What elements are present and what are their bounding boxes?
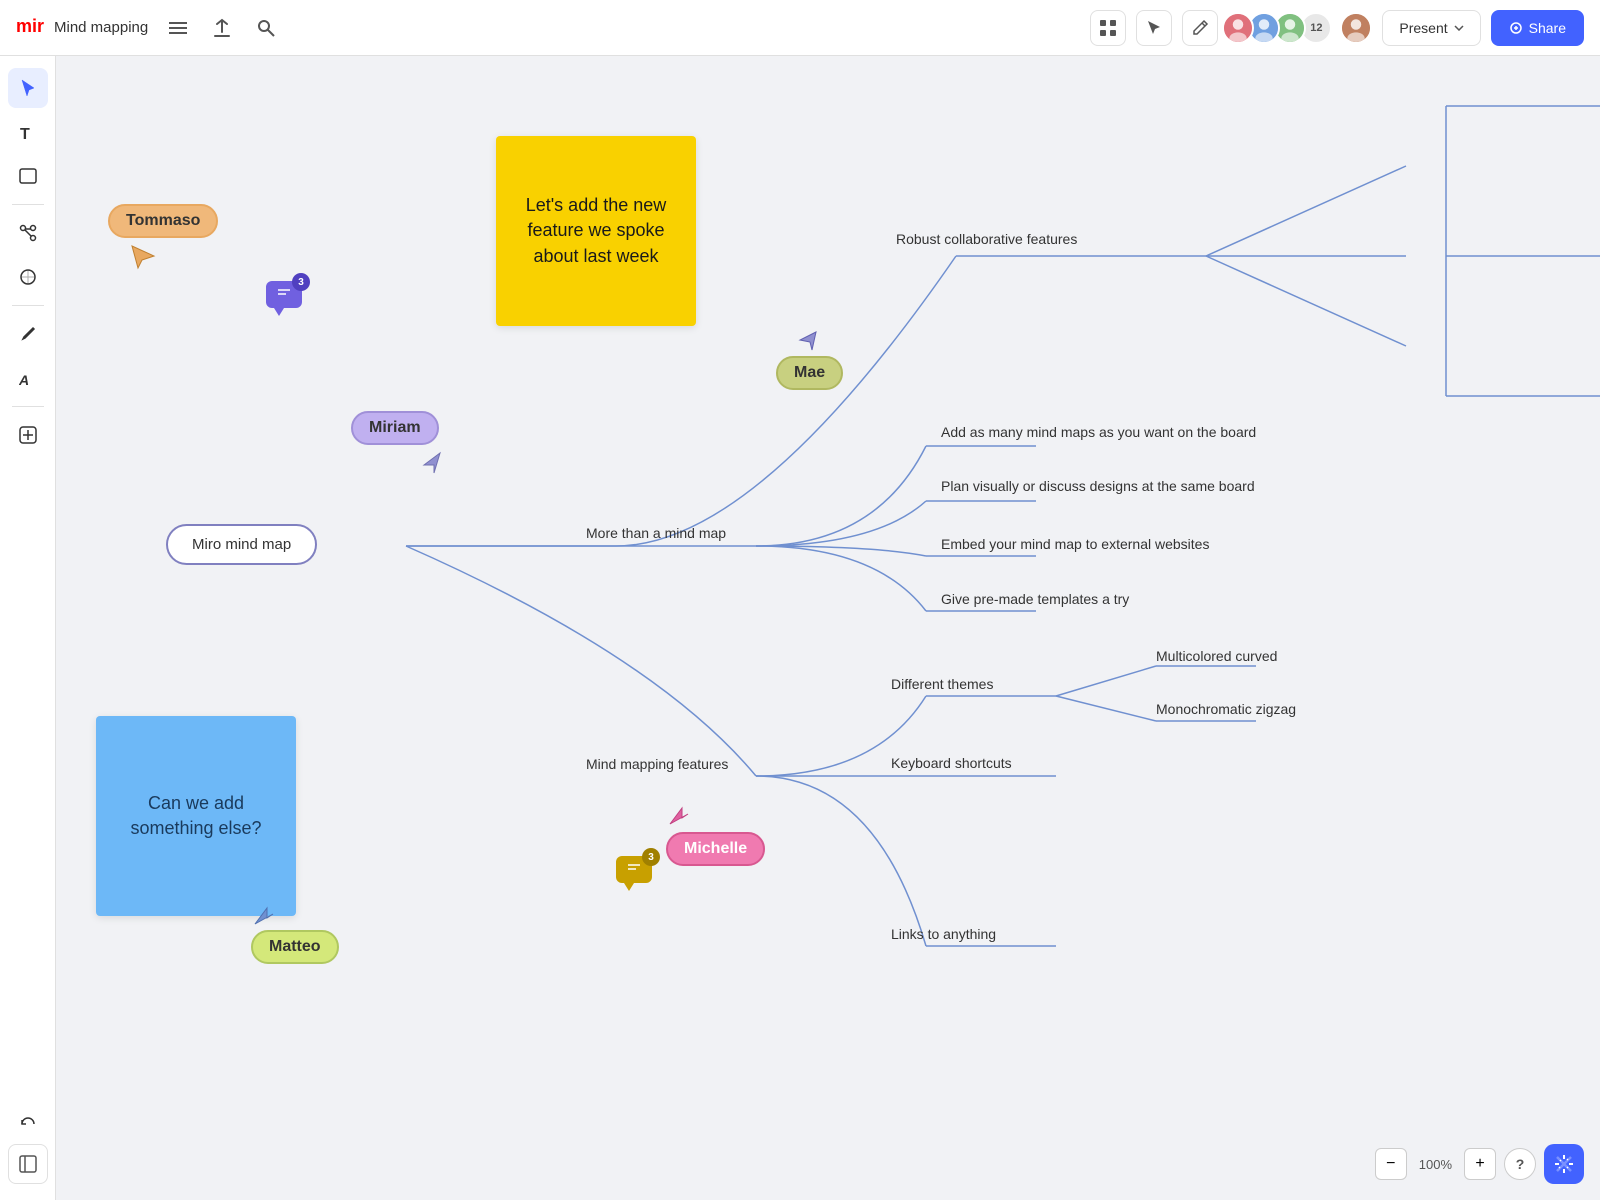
chat-bubble-yellow[interactable]: 3 <box>616 856 652 883</box>
marker-tool[interactable]: A <box>8 358 48 398</box>
search-button[interactable] <box>248 10 284 46</box>
help-button[interactable]: ? <box>1504 1148 1536 1180</box>
cursor-label-michelle: Michelle <box>666 832 765 866</box>
select-tool[interactable] <box>8 68 48 108</box>
apps-button[interactable] <box>1090 10 1126 46</box>
leaf-keyboard: Keyboard shortcuts <box>891 755 1012 771</box>
leaf-links: Links to anything <box>891 926 996 942</box>
tool-separator-3 <box>12 406 44 407</box>
avatar-1 <box>1222 12 1254 44</box>
connect-tool[interactable] <box>8 213 48 253</box>
zoom-level: 100% <box>1415 1157 1456 1172</box>
leaf-themes: Different themes <box>891 676 993 692</box>
shapes-tool[interactable] <box>8 257 48 297</box>
cursor-label-mae: Mae <box>776 356 843 390</box>
avatar-current <box>1340 12 1372 44</box>
cursor-arrow-miriam <box>416 449 444 477</box>
leaf-plan: Plan visually or discuss designs at the … <box>941 478 1255 494</box>
pencil-button[interactable] <box>1182 10 1218 46</box>
tool-separator-2 <box>12 305 44 306</box>
upload-button[interactable] <box>204 10 240 46</box>
zoom-out-button[interactable]: − <box>1375 1148 1407 1180</box>
leaf-add-maps: Add as many mind maps as you want on the… <box>941 424 1256 440</box>
leaf-embed: Embed your mind map to external websites <box>941 536 1209 552</box>
mindmap-lines <box>56 56 1600 1200</box>
more-tool[interactable] <box>8 415 48 455</box>
miro-logo: miro <box>16 14 44 42</box>
svg-text:T: T <box>20 126 30 141</box>
leaf-multicolored: Multicolored curved <box>1156 648 1277 664</box>
sticky-tool[interactable] <box>8 156 48 196</box>
chat-count-yellow: 3 <box>642 848 660 866</box>
board-name[interactable]: Mind mapping <box>54 19 148 36</box>
pen-tool[interactable] <box>8 314 48 354</box>
user-miriam: Miriam <box>351 411 444 477</box>
chat-bubble-tail-yellow <box>624 883 634 891</box>
header-tools <box>160 10 284 46</box>
chat-bubble-tail-purple <box>274 308 284 316</box>
text-tool[interactable]: T <box>8 112 48 152</box>
cursor-label-tommaso: Tommaso <box>108 204 218 238</box>
chat-bubble-purple[interactable]: 3 <box>266 281 302 308</box>
present-button[interactable]: Present <box>1382 10 1480 46</box>
cursor-label-matteo: Matteo <box>251 930 339 964</box>
cursor-button[interactable] <box>1136 10 1172 46</box>
cursor-arrow-matteo <box>251 902 275 926</box>
user-mae: Mae <box>736 328 843 390</box>
user-michelle: Michelle <box>666 804 765 866</box>
branch-more[interactable]: More than a mind map <box>586 525 726 541</box>
panel-toggle-button[interactable] <box>8 1144 48 1184</box>
cursor-arrow-michelle <box>666 804 690 828</box>
share-button[interactable]: Share <box>1491 10 1584 46</box>
header-right: 12 Present Share <box>1090 10 1584 46</box>
left-toolbar: T A <box>0 56 56 1200</box>
sticky-note-yellow[interactable]: Let's add the new feature we spoke about… <box>496 136 696 326</box>
avatar-group[interactable]: 12 <box>1228 12 1372 44</box>
menu-button[interactable] <box>160 10 196 46</box>
undo-button[interactable] <box>8 1104 48 1144</box>
bottom-bar: − 100% + ? <box>1375 1144 1584 1184</box>
user-matteo: Matteo <box>251 902 339 964</box>
leaf-monochromatic: Monochromatic zigzag <box>1156 701 1296 717</box>
leaf-templates: Give pre-made templates a try <box>941 591 1129 607</box>
chat-count-purple: 3 <box>292 273 310 291</box>
cursor-arrow-tommaso <box>128 242 158 272</box>
cursor-label-miriam: Miriam <box>351 411 439 445</box>
logo-area: miro Mind mapping <box>16 14 148 42</box>
tool-separator-1 <box>12 204 44 205</box>
center-node-box: Miro mind map <box>166 524 317 565</box>
magic-button[interactable] <box>1544 1144 1584 1184</box>
branch-robust[interactable]: Robust collaborative features <box>896 231 1077 247</box>
center-node[interactable]: Miro mind map <box>166 524 317 565</box>
svg-text:miro: miro <box>16 16 44 36</box>
branch-features[interactable]: Mind mapping features <box>586 756 728 772</box>
canvas[interactable]: Let's add the new feature we spoke about… <box>56 56 1600 1200</box>
panel-toggle <box>0 1144 56 1184</box>
zoom-in-button[interactable]: + <box>1464 1148 1496 1180</box>
user-tommaso: Tommaso <box>108 204 218 272</box>
cursor-arrow-mae <box>796 328 820 352</box>
header: miro Mind mapping <box>0 0 1600 56</box>
sticky-note-blue[interactable]: Can we add something else? <box>96 716 296 916</box>
svg-text:A: A <box>19 372 29 387</box>
